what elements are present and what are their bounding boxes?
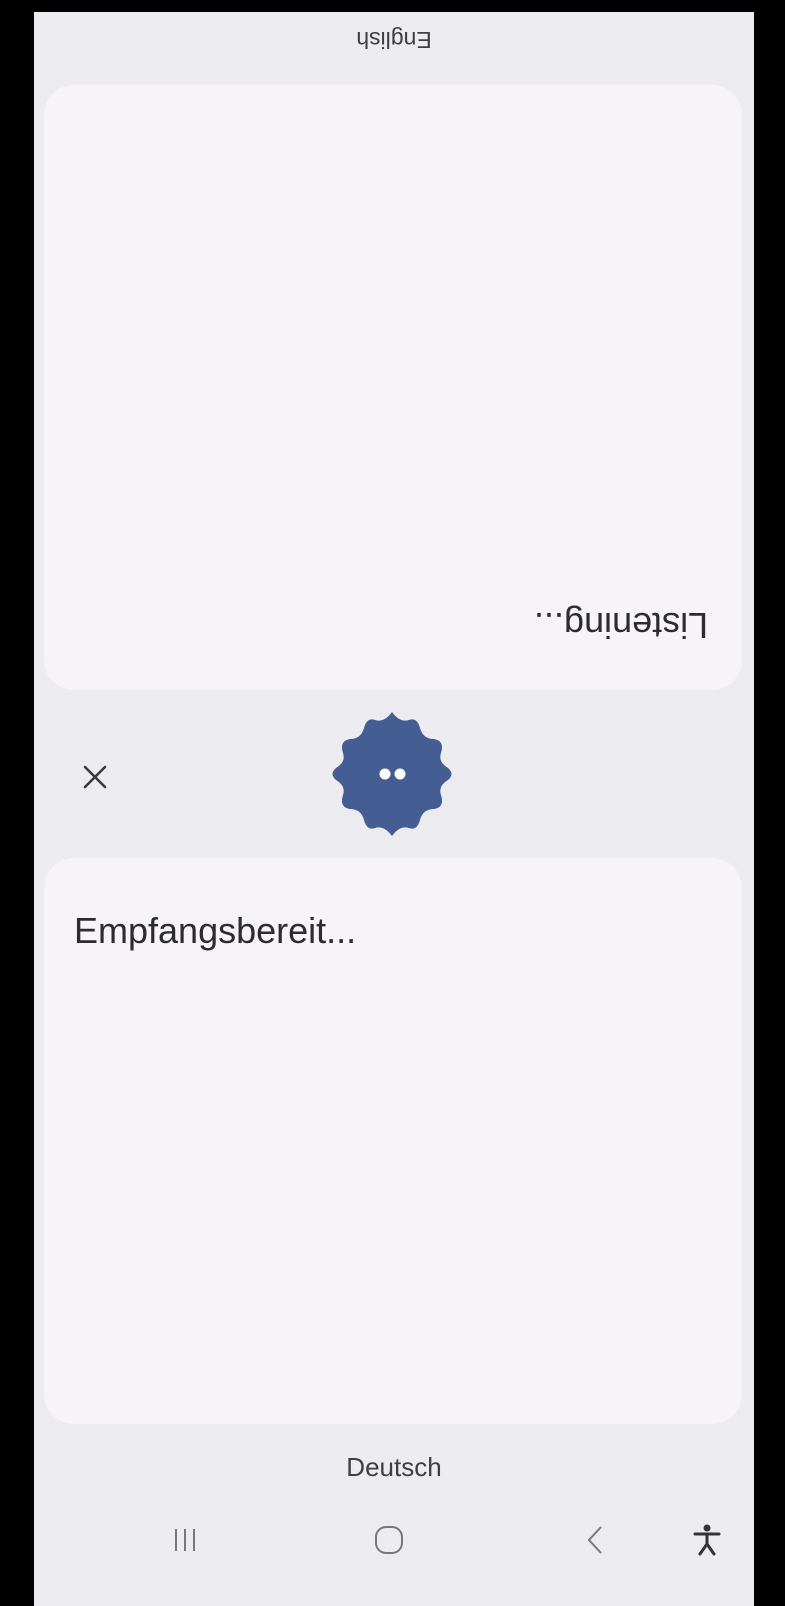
accessibility-icon: [693, 1524, 721, 1556]
back-button[interactable]: [572, 1510, 618, 1570]
top-language-label[interactable]: English: [34, 26, 754, 53]
bottom-language-label[interactable]: Deutsch: [34, 1452, 754, 1483]
recent-apps-button[interactable]: [160, 1510, 210, 1570]
listening-indicator-button[interactable]: [327, 709, 457, 839]
device-frame: English Listening... Empfangsbereit... D…: [0, 0, 785, 1606]
back-icon: [587, 1526, 602, 1554]
home-button[interactable]: [364, 1510, 414, 1570]
bottom-status-text: Empfangsbereit...: [74, 910, 357, 951]
listening-blob-icon: [332, 712, 452, 836]
top-status-text: Listening...: [533, 605, 708, 646]
home-icon: [375, 1526, 403, 1554]
accessibility-button[interactable]: [684, 1510, 730, 1570]
app-screen: English Listening... Empfangsbereit... D…: [34, 12, 754, 1606]
system-nav-bar: [34, 1510, 754, 1570]
recent-apps-icon: [175, 1529, 195, 1551]
top-conversation-card: Listening...: [44, 85, 742, 690]
close-icon: [83, 765, 107, 789]
bottom-conversation-card: Empfangsbereit...: [44, 858, 742, 1424]
close-button[interactable]: [72, 754, 118, 800]
